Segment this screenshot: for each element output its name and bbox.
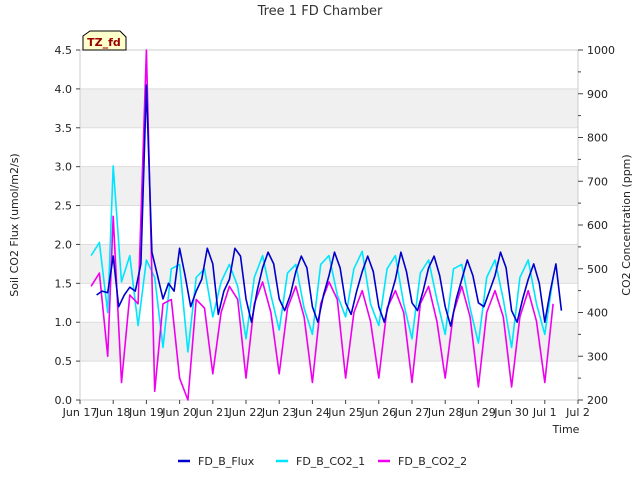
legend-label: FD_B_Flux — [198, 455, 255, 468]
left-tick-label: 1.5 — [55, 277, 73, 290]
x-tick-label: Jul 1 — [532, 406, 557, 419]
left-tick-label: 1.0 — [55, 316, 73, 329]
x-tick-label: Jun 21 — [194, 406, 230, 419]
right-axis-label: CO2 Concentration (ppm) — [620, 154, 633, 295]
right-tick-label: 400 — [587, 307, 608, 320]
left-tick-label: 3.5 — [55, 122, 73, 135]
right-tick-label: 900 — [587, 88, 608, 101]
x-tick-label: Jun 20 — [161, 406, 197, 419]
right-tick-label: 200 — [587, 394, 608, 407]
x-axis-label: Time — [552, 423, 580, 436]
right-tick-label: 1000 — [587, 44, 615, 57]
x-tick-label: Jun 18 — [95, 406, 131, 419]
x-tick-label: Jun 22 — [228, 406, 264, 419]
x-tick-label: Jun 23 — [261, 406, 297, 419]
left-tick-label: 4.0 — [55, 83, 73, 96]
left-tick-label: 2.0 — [55, 238, 73, 251]
left-tick-label: 2.5 — [55, 200, 73, 213]
plot-band — [80, 88, 578, 128]
tz-badge-label: TZ_fd — [87, 36, 121, 49]
legend-label: FD_B_CO2_1 — [296, 455, 365, 468]
plot-band — [80, 322, 578, 362]
chart-title: Tree 1 FD Chamber — [257, 4, 383, 19]
left-tick-label: 4.5 — [55, 44, 73, 57]
x-tick-label: Jun 24 — [294, 406, 330, 419]
legend-label: FD_B_CO2_2 — [398, 455, 467, 468]
legend: FD_B_Flux FD_B_CO2_1 FD_B_CO2_2 — [178, 455, 467, 468]
x-tick-label: Jun 17 — [62, 406, 98, 419]
right-tick-label: 500 — [587, 263, 608, 276]
left-tick-label: 0.5 — [55, 355, 73, 368]
x-tick-label: Jun 19 — [128, 406, 164, 419]
right-tick-label: 800 — [587, 132, 608, 145]
x-tick-label: Jun 28 — [427, 406, 463, 419]
left-axis-label: Soil CO2 Flux (umol/m2/s) — [8, 153, 21, 296]
right-tick-label: 700 — [587, 175, 608, 188]
plot-band — [80, 166, 578, 206]
tz-badge: TZ_fd — [82, 30, 127, 51]
right-tick-label: 300 — [587, 350, 608, 363]
x-tick-label: Jul 2 — [565, 406, 590, 419]
chart: Tree 1 FD Chamber 0.00.51.01.52.02.53.03… — [0, 0, 640, 480]
right-tick-label: 600 — [587, 219, 608, 232]
left-tick-label: 3.0 — [55, 161, 73, 174]
x-tick-label: Jun 27 — [394, 406, 430, 419]
x-tick-label: Jun 26 — [360, 406, 396, 419]
x-tick-label: Jun 29 — [460, 406, 496, 419]
x-tick-label: Jun 30 — [493, 406, 529, 419]
x-tick-label: Jun 25 — [327, 406, 363, 419]
